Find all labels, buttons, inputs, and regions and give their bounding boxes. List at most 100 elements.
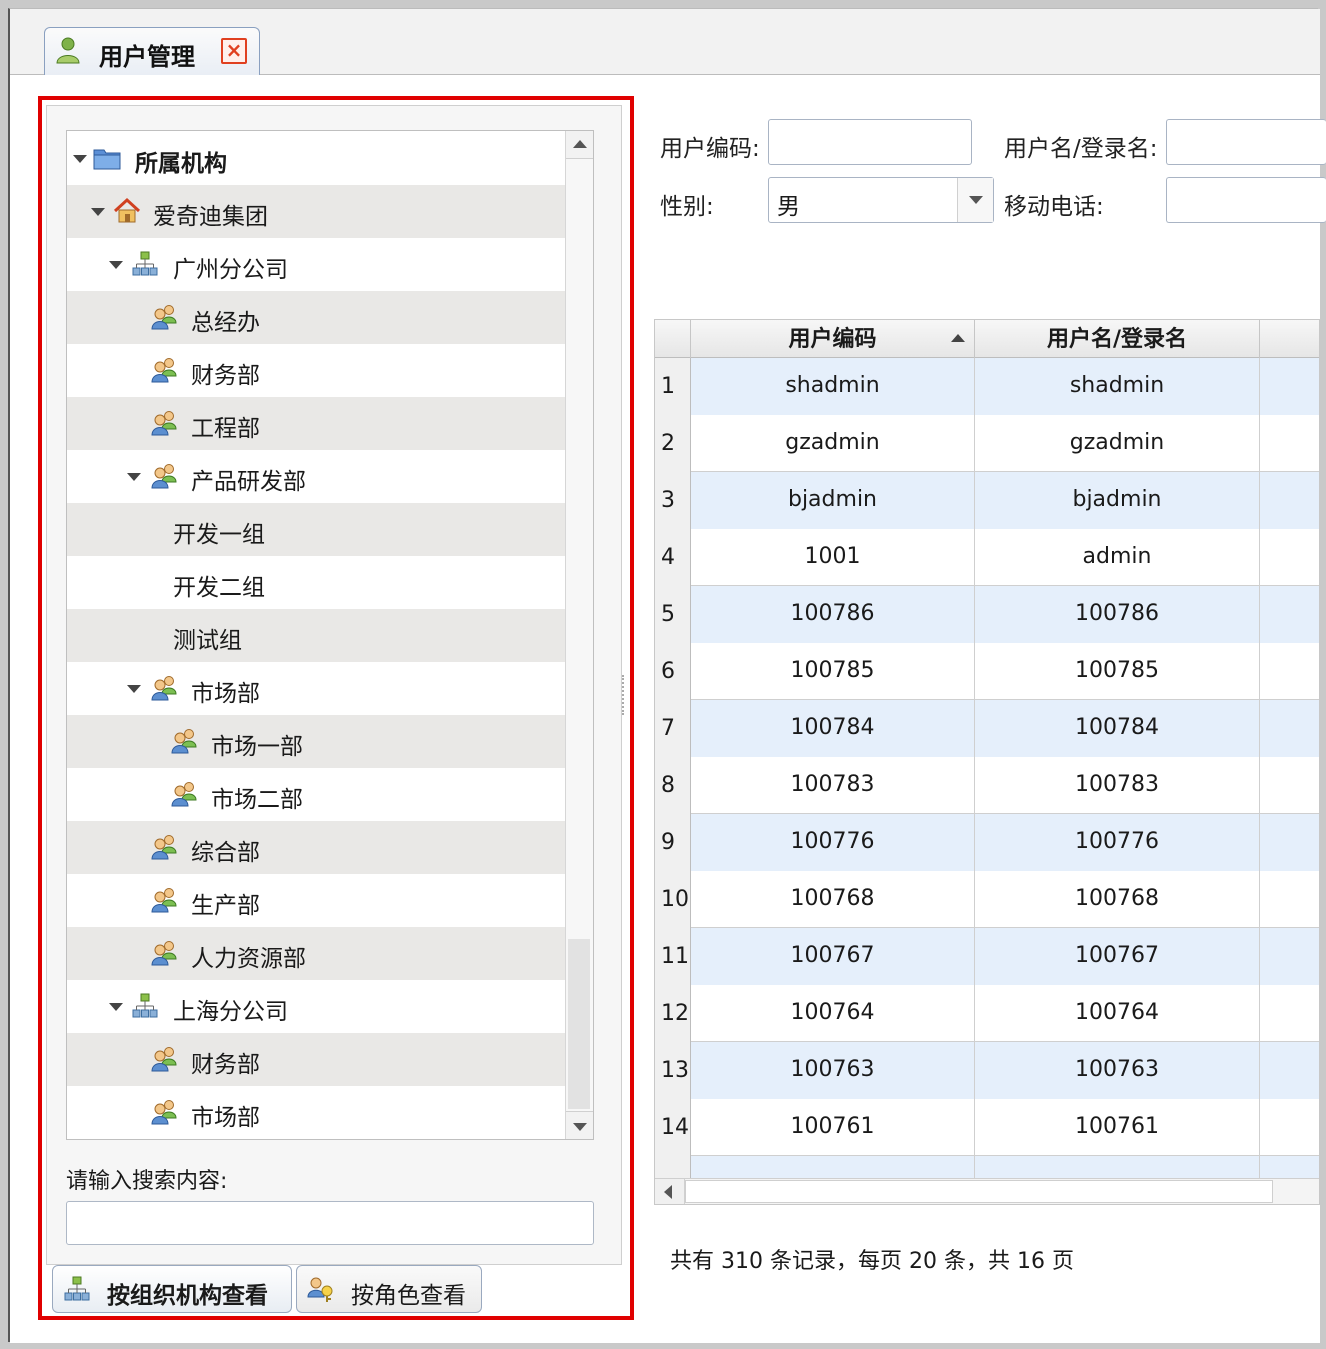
table-row[interactable]: 13 100763 100763 xyxy=(655,1042,1319,1099)
scroll-thumb[interactable] xyxy=(685,1180,1273,1203)
cell-user-code[interactable]: 100767 xyxy=(691,928,975,985)
cell-username[interactable]: 100767 xyxy=(975,928,1260,985)
tree-node[interactable]: 生产部 xyxy=(67,874,565,927)
cell-username[interactable]: 100776 xyxy=(975,814,1260,871)
cell-user-code[interactable]: 100763 xyxy=(691,1042,975,1099)
table-row[interactable]: 2 gzadmin gzadmin xyxy=(655,415,1319,472)
tab-user-management[interactable]: 用户管理 × xyxy=(44,27,260,75)
search-input[interactable] xyxy=(66,1201,594,1245)
cell-username[interactable]: 100783 xyxy=(975,757,1260,814)
tree-node[interactable]: 产品研发部 xyxy=(67,450,565,503)
table-row[interactable]: 5 100786 100786 xyxy=(655,586,1319,643)
caret-down-icon[interactable] xyxy=(109,261,123,269)
tree-node[interactable]: 市场部 xyxy=(67,1086,565,1139)
cell-user-code[interactable]: 100783 xyxy=(691,757,975,814)
tree-node[interactable]: 开发二组 xyxy=(67,556,565,609)
scroll-left-icon[interactable] xyxy=(655,1179,685,1204)
cell-next[interactable] xyxy=(1260,472,1319,529)
user-code-input[interactable] xyxy=(768,119,972,165)
tree-node[interactable]: 测试组 xyxy=(67,609,565,662)
table-row[interactable]: 4 1001 admin xyxy=(655,529,1319,586)
table-row[interactable]: 3 bjadmin bjadmin xyxy=(655,472,1319,529)
scroll-down-icon[interactable] xyxy=(566,1111,593,1139)
table-row[interactable]: 11 100767 100767 xyxy=(655,928,1319,985)
tree-node[interactable]: 广州分公司 xyxy=(67,238,565,291)
cell-next[interactable] xyxy=(1260,415,1319,472)
tree-node[interactable]: 上海分公司 xyxy=(67,980,565,1033)
cell-next[interactable] xyxy=(1260,1042,1319,1099)
horizontal-scrollbar[interactable] xyxy=(655,1178,1319,1204)
tree-node[interactable]: 人力资源部 xyxy=(67,927,565,980)
cell-next[interactable] xyxy=(1260,871,1319,928)
username-input[interactable] xyxy=(1166,119,1326,165)
phone-input[interactable] xyxy=(1166,177,1326,223)
cell-next[interactable] xyxy=(1260,586,1319,643)
table-row[interactable]: 10 100768 100768 xyxy=(655,871,1319,928)
tab-by-org[interactable]: 按组织机构查看 xyxy=(52,1265,292,1313)
caret-down-icon[interactable] xyxy=(91,208,105,216)
table-row[interactable]: 1 shadmin shadmin xyxy=(655,358,1319,415)
cell-username[interactable]: 100784 xyxy=(975,700,1260,757)
cell-user-code[interactable]: 100761 xyxy=(691,1099,975,1156)
cell-next[interactable] xyxy=(1260,529,1319,586)
cell-user-code[interactable]: shadmin xyxy=(691,358,975,415)
table-row[interactable]: 7 100784 100784 xyxy=(655,700,1319,757)
panel-splitter[interactable] xyxy=(622,675,626,715)
cell-next[interactable] xyxy=(1260,700,1319,757)
chevron-down-icon[interactable] xyxy=(957,178,993,222)
tree-node[interactable]: 爱奇迪集团 xyxy=(67,185,565,238)
col-header-user-code[interactable]: 用户编码 xyxy=(691,320,975,358)
table-row[interactable]: 6 100785 100785 xyxy=(655,643,1319,700)
table-row[interactable]: 12 100764 100764 xyxy=(655,985,1319,1042)
tree-node[interactable]: 市场二部 xyxy=(67,768,565,821)
cell-username[interactable]: shadmin xyxy=(975,358,1260,415)
caret-down-icon[interactable] xyxy=(109,1003,123,1011)
cell-username[interactable]: 100761 xyxy=(975,1099,1260,1156)
cell-user-code[interactable]: bjadmin xyxy=(691,472,975,529)
scroll-up-icon[interactable] xyxy=(566,131,593,159)
tab-by-role[interactable]: 按角色查看 xyxy=(296,1265,482,1313)
cell-user-code[interactable]: 100776 xyxy=(691,814,975,871)
cell-next[interactable] xyxy=(1260,985,1319,1042)
close-icon[interactable]: × xyxy=(221,38,247,64)
tree-vertical-scrollbar[interactable] xyxy=(565,131,593,1139)
cell-user-code[interactable]: 100764 xyxy=(691,985,975,1042)
cell-username[interactable]: 100763 xyxy=(975,1042,1260,1099)
cell-next[interactable] xyxy=(1260,814,1319,871)
tree-node[interactable]: 总经办 xyxy=(67,291,565,344)
cell-next[interactable] xyxy=(1260,928,1319,985)
cell-user-code[interactable]: 1001 xyxy=(691,529,975,586)
tree-node[interactable]: 财务部 xyxy=(67,344,565,397)
table-row[interactable]: 8 100783 100783 xyxy=(655,757,1319,814)
tree-node[interactable]: 所属机构 xyxy=(67,132,565,185)
gender-select[interactable]: 男 xyxy=(768,177,994,223)
tree-node[interactable]: 财务部 xyxy=(67,1033,565,1086)
table-row[interactable]: 14 100761 100761 xyxy=(655,1099,1319,1156)
cell-next[interactable] xyxy=(1260,358,1319,415)
cell-next[interactable] xyxy=(1260,757,1319,814)
col-header-username[interactable]: 用户名/登录名 xyxy=(975,320,1260,358)
tree-node[interactable]: 开发一组 xyxy=(67,503,565,556)
cell-username[interactable]: 100785 xyxy=(975,643,1260,700)
table-row[interactable]: 9 100776 100776 xyxy=(655,814,1319,871)
cell-user-code[interactable]: 100786 xyxy=(691,586,975,643)
cell-user-code[interactable]: 100768 xyxy=(691,871,975,928)
cell-next[interactable] xyxy=(1260,643,1319,700)
tree-node[interactable]: 综合部 xyxy=(67,821,565,874)
cell-username[interactable]: gzadmin xyxy=(975,415,1260,472)
cell-user-code[interactable]: 100785 xyxy=(691,643,975,700)
scroll-track[interactable] xyxy=(568,939,590,1109)
tree-node[interactable]: 市场一部 xyxy=(67,715,565,768)
caret-down-icon[interactable] xyxy=(127,473,141,481)
cell-user-code[interactable]: 100784 xyxy=(691,700,975,757)
cell-username[interactable]: bjadmin xyxy=(975,472,1260,529)
cell-username[interactable]: 100764 xyxy=(975,985,1260,1042)
cell-next[interactable] xyxy=(1260,1099,1319,1156)
cell-username[interactable]: admin xyxy=(975,529,1260,586)
cell-username[interactable]: 100786 xyxy=(975,586,1260,643)
cell-user-code[interactable]: gzadmin xyxy=(691,415,975,472)
caret-down-icon[interactable] xyxy=(127,685,141,693)
tree-node[interactable]: 市场部 xyxy=(67,662,565,715)
caret-down-icon[interactable] xyxy=(73,155,87,163)
cell-username[interactable]: 100768 xyxy=(975,871,1260,928)
